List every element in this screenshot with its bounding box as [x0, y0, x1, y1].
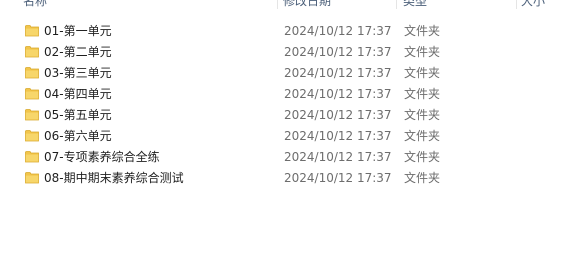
file-date-modified: 2024/10/12 17:37: [284, 45, 392, 59]
file-name: 04-第四单元: [44, 87, 112, 101]
file-name: 02-第二单元: [44, 45, 112, 59]
file-type: 文件夹: [404, 87, 441, 101]
file-name: 05-第五单元: [44, 108, 112, 122]
file-date-modified: 2024/10/12 17:37: [284, 66, 392, 80]
folder-icon: [25, 109, 39, 121]
file-row[interactable]: 05-第五单元 2024/10/12 17:37 文件夹: [0, 105, 572, 126]
file-row[interactable]: 01-第一单元 2024/10/12 17:37 文件夹: [0, 21, 572, 42]
column-header-date-modified[interactable]: 修改日期: [283, 0, 331, 9]
file-row[interactable]: 06-第六单元 2024/10/12 17:37 文件夹: [0, 126, 572, 147]
column-header-size[interactable]: 大小: [521, 0, 545, 9]
file-explorer-list: 名称 修改日期 类型 大小 01-第一单元 2024/10/12 17:37 文…: [0, 0, 572, 274]
file-row[interactable]: 04-第四单元 2024/10/12 17:37 文件夹: [0, 84, 572, 105]
file-name: 01-第一单元: [44, 24, 112, 38]
column-divider[interactable]: [516, 0, 517, 9]
file-row[interactable]: 02-第二单元 2024/10/12 17:37 文件夹: [0, 42, 572, 63]
file-date-modified: 2024/10/12 17:37: [284, 171, 392, 185]
file-row[interactable]: 03-第三单元 2024/10/12 17:37 文件夹: [0, 63, 572, 84]
file-name: 07-专项素养综合全练: [44, 150, 160, 164]
file-type: 文件夹: [404, 171, 441, 185]
file-type: 文件夹: [404, 66, 441, 80]
file-row[interactable]: 08-期中期末素养综合测试 2024/10/12 17:37 文件夹: [0, 168, 572, 189]
file-type: 文件夹: [404, 150, 441, 164]
file-list: 01-第一单元 2024/10/12 17:37 文件夹 02-第二单元 202…: [0, 21, 572, 189]
file-date-modified: 2024/10/12 17:37: [284, 87, 392, 101]
folder-icon: [25, 172, 39, 184]
file-name: 08-期中期末素养综合测试: [44, 171, 184, 185]
file-date-modified: 2024/10/12 17:37: [284, 129, 392, 143]
file-name: 06-第六单元: [44, 129, 112, 143]
column-divider[interactable]: [396, 0, 397, 9]
folder-icon: [25, 130, 39, 142]
folder-icon: [25, 88, 39, 100]
column-header-bar: 名称 修改日期 类型 大小: [0, 0, 572, 9]
file-date-modified: 2024/10/12 17:37: [284, 24, 392, 38]
column-header-type[interactable]: 类型: [403, 0, 427, 9]
column-header-name[interactable]: 名称: [23, 0, 47, 9]
file-date-modified: 2024/10/12 17:37: [284, 150, 392, 164]
folder-icon: [25, 151, 39, 163]
column-divider[interactable]: [277, 0, 278, 9]
file-type: 文件夹: [404, 129, 441, 143]
file-name: 03-第三单元: [44, 66, 112, 80]
file-type: 文件夹: [404, 45, 441, 59]
folder-icon: [25, 67, 39, 79]
file-type: 文件夹: [404, 24, 441, 38]
file-date-modified: 2024/10/12 17:37: [284, 108, 392, 122]
folder-icon: [25, 46, 39, 58]
file-type: 文件夹: [404, 108, 441, 122]
file-row[interactable]: 07-专项素养综合全练 2024/10/12 17:37 文件夹: [0, 147, 572, 168]
folder-icon: [25, 25, 39, 37]
